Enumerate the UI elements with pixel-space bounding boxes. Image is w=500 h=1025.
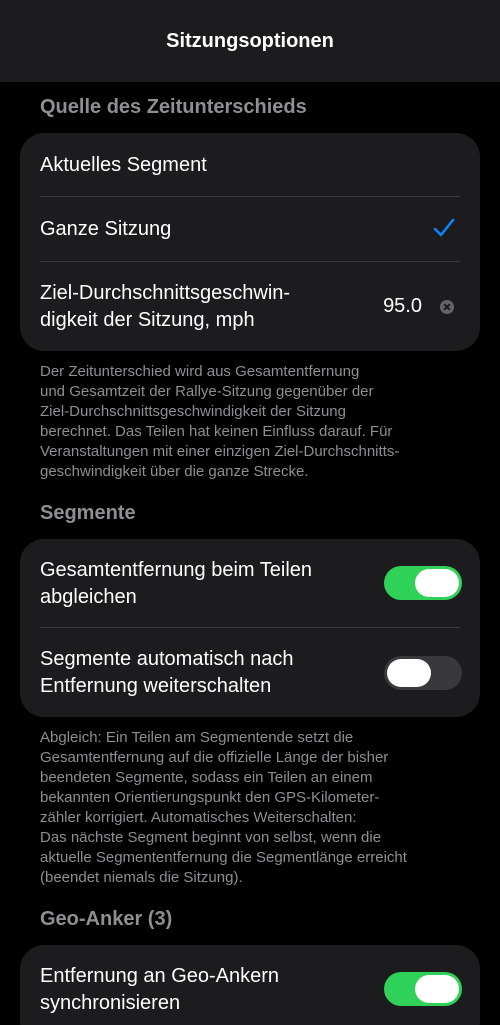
footer-line: (beendet niemals die Sitzung).	[40, 869, 243, 886]
section-header-time-source: Quelle des Zeitunterschieds	[40, 96, 307, 118]
footer-line: und Gesamtzeit der Rallye-Sitzung gegenü…	[40, 383, 374, 400]
label-line: synchronisieren	[40, 992, 181, 1014]
option-whole-session[interactable]: Ganze Sitzung	[20, 197, 480, 261]
label-line: Ziel-Durchschnittsgeschwin-	[40, 282, 291, 304]
footer-line: aktuelle Segmententfernung die Segmentlä…	[40, 849, 407, 866]
section-header-segments: Segmente	[40, 502, 136, 524]
label-line: Entfernung an Geo-Ankern	[40, 965, 280, 987]
option-label: Ganze Sitzung	[40, 218, 172, 240]
auto-advance-toggle[interactable]	[384, 656, 462, 690]
footer-line: Der Zeitunterschied wird aus Gesamtentfe…	[40, 363, 360, 380]
auto-advance-label: Segmente automatisch nach Entfernung wei…	[40, 646, 294, 700]
auto-advance-row: Segmente automatisch nach Entfernung wei…	[20, 628, 480, 717]
footer-line: zähler korrigiert. Automatisches Weiters…	[40, 809, 357, 826]
label-line: Entfernung weiterschalten	[40, 675, 272, 697]
navigation-bar: Sitzungsoptionen	[0, 0, 500, 82]
toggle-knob	[387, 659, 431, 687]
target-speed-input[interactable]: 95.0	[383, 295, 422, 318]
toggle-knob	[415, 569, 459, 597]
footer-line: Gesamtentfernung auf die offizielle Läng…	[40, 749, 389, 766]
geo-anchors-card: Entfernung an Geo-Ankern synchronisieren	[20, 945, 480, 1025]
sync-geo-anchors-toggle[interactable]	[384, 972, 462, 1006]
footer-line: berechnet. Das Teilen hat keinen Einflus…	[40, 423, 393, 440]
time-source-card: Aktuelles Segment Ganze Sitzung Ziel-Dur…	[20, 133, 480, 351]
label-line: abgleichen	[40, 586, 137, 608]
target-speed-row: Ziel-Durchschnittsgeschwin- digkeit der …	[20, 262, 480, 351]
checkmark-icon	[433, 218, 455, 237]
segments-footer: Abgleich: Ein Teilen am Segmentende setz…	[40, 728, 470, 888]
option-current-segment[interactable]: Aktuelles Segment	[20, 133, 480, 197]
footer-line: Ziel-Durchschnittsgeschwindigkeit der Si…	[40, 403, 346, 420]
page-title: Sitzungsoptionen	[166, 30, 334, 52]
reconcile-distance-toggle[interactable]	[384, 566, 462, 600]
footer-line: beendeten Segmente, sodass ein Teilen an…	[40, 769, 373, 786]
footer-line: Das nächste Segment beginnt von selbst, …	[40, 829, 382, 846]
reconcile-distance-label: Gesamtentfernung beim Teilen abgleichen	[40, 557, 312, 611]
footer-line: Veranstaltungen mit einer einzigen Ziel-…	[40, 443, 400, 460]
toggle-knob	[415, 975, 459, 1003]
section-header-geo-anchors: Geo-Anker (3)	[40, 908, 173, 930]
time-source-footer: Der Zeitunterschied wird aus Gesamtentfe…	[40, 362, 470, 482]
label-line: Segmente automatisch nach	[40, 648, 294, 670]
footer-line: geschwindigkeit über die ganze Strecke.	[40, 463, 309, 480]
footer-line: bekannten Orientierungspunkt den GPS-Kil…	[40, 789, 380, 806]
sync-geo-anchors-row: Entfernung an Geo-Ankern synchronisieren	[20, 945, 480, 1025]
sync-geo-anchors-label: Entfernung an Geo-Ankern synchronisieren	[40, 963, 279, 1017]
segments-card: Gesamtentfernung beim Teilen abgleichen …	[20, 539, 480, 717]
option-label: Aktuelles Segment	[40, 154, 207, 176]
reconcile-distance-row: Gesamtentfernung beim Teilen abgleichen	[20, 539, 480, 627]
target-speed-label: Ziel-Durchschnittsgeschwin- digkeit der …	[40, 280, 290, 334]
label-line: digkeit der Sitzung, mph	[40, 309, 255, 331]
footer-line: Abgleich: Ein Teilen am Segmentende setz…	[40, 729, 354, 746]
label-line: Gesamtentfernung beim Teilen	[40, 559, 313, 581]
clear-icon[interactable]	[440, 300, 454, 314]
